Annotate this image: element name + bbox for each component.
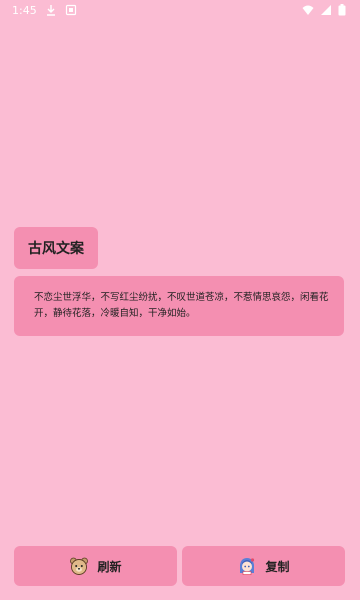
copy-button[interactable]: 复制	[182, 546, 345, 586]
bottom-action-bar: 刷新 复制	[14, 546, 345, 586]
copy-button-label: 复制	[265, 559, 290, 574]
notification-icon	[65, 4, 77, 16]
status-bar: 1:45	[0, 0, 360, 20]
refresh-button-label: 刷新	[97, 559, 122, 574]
quote-text: 不恋尘世浮华，不写红尘纷扰，不叹世道苍凉，不惹情思哀怨，闲看花开，静待花落，冷暖…	[14, 276, 344, 336]
anime-girl-icon	[237, 556, 257, 576]
status-time: 1:45	[12, 3, 37, 17]
bear-icon	[69, 556, 89, 576]
refresh-button[interactable]: 刷新	[14, 546, 177, 586]
wifi-icon	[302, 4, 314, 16]
page-title: 古风文案	[14, 227, 98, 269]
download-icon	[45, 4, 57, 16]
battery-icon	[338, 4, 350, 16]
signal-icon	[320, 4, 332, 16]
